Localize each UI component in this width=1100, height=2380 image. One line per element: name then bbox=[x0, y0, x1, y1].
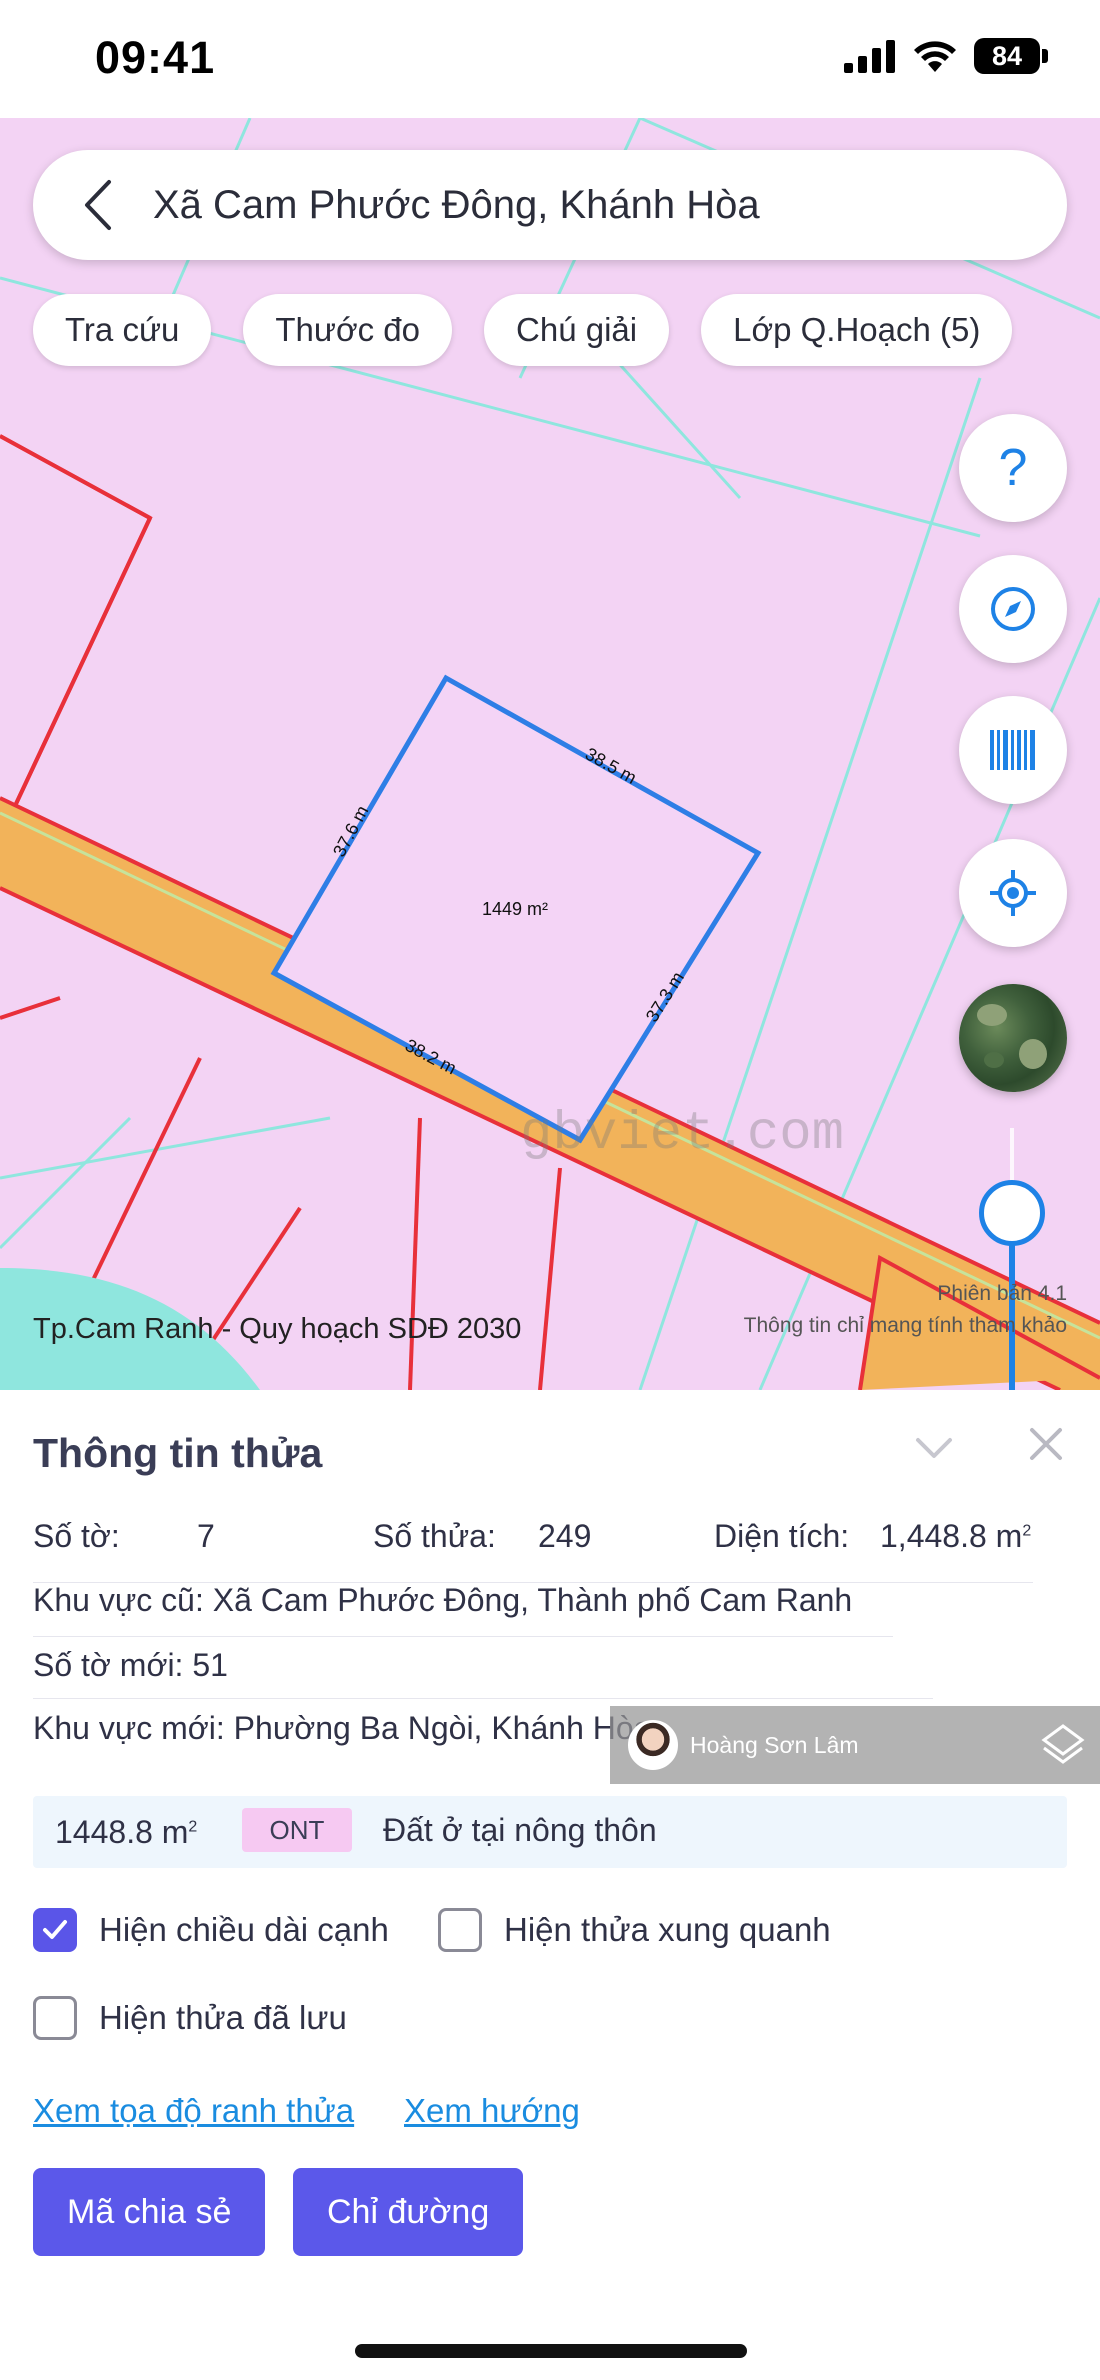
barcode-icon bbox=[990, 730, 1035, 770]
collapse-chevron-icon[interactable] bbox=[912, 1426, 956, 1470]
back-arrow-icon[interactable] bbox=[73, 175, 123, 235]
checkbox-checked[interactable] bbox=[33, 1908, 77, 1952]
chip-ruler[interactable]: Thước đo bbox=[243, 294, 453, 366]
map-watermark: gbviet.com bbox=[520, 1104, 844, 1165]
locate-me-button[interactable] bbox=[959, 839, 1067, 947]
close-icon[interactable] bbox=[1024, 1422, 1068, 1466]
sheet-title: Thông tin thửa bbox=[33, 1430, 323, 1476]
checkbox-show-edges-label: Hiện chiều dài cạnh bbox=[99, 1911, 389, 1948]
parcel-area-label: 1449 m² bbox=[482, 899, 548, 919]
uploader-badge: Hoàng Sơn Lâm bbox=[610, 1706, 1100, 1784]
divider bbox=[33, 1636, 893, 1637]
share-code-button[interactable]: Mã chia sẻ bbox=[33, 2168, 266, 2256]
home-indicator bbox=[355, 2344, 747, 2358]
land-area-value: 1448.8 m2 bbox=[55, 1814, 198, 1850]
barcode-button[interactable] bbox=[959, 696, 1067, 804]
view-direction-link[interactable]: Xem hướng bbox=[404, 2092, 580, 2130]
directions-button[interactable]: Chỉ đường bbox=[293, 2168, 524, 2256]
view-boundary-coords-link[interactable]: Xem tọa độ ranh thửa bbox=[33, 2092, 354, 2130]
wifi-icon bbox=[914, 41, 956, 72]
disclaimer-label: Thông tin chỉ mang tính tham khảo bbox=[743, 1314, 1067, 1337]
uploader-name: Hoàng Sơn Lâm bbox=[690, 1731, 859, 1758]
parcel-number-label: Số thửa: bbox=[373, 1518, 496, 1554]
search-bar[interactable]: Xã Cam Phước Đông, Khánh Hòa bbox=[33, 150, 1067, 260]
chip-planning-layers[interactable]: Lớp Q.Hoạch (5) bbox=[701, 294, 1013, 366]
checkbox-show-saved-label: Hiện thửa đã lưu bbox=[99, 1999, 347, 2036]
land-use-bar: 1448.8 m2 ONT Đất ở tại nông thôn bbox=[33, 1796, 1067, 1868]
checkbox-show-saved[interactable]: Hiện thửa đã lưu bbox=[33, 1996, 347, 2040]
checkbox-unchecked[interactable] bbox=[33, 1996, 77, 2040]
map-caption: Tp.Cam Ranh - Quy hoạch SDĐ 2030 bbox=[33, 1313, 522, 1345]
status-icons: 84 bbox=[844, 38, 1048, 74]
checkmark-icon bbox=[43, 1920, 67, 1939]
crosshair-icon bbox=[990, 870, 1036, 916]
opacity-slider-thumb[interactable] bbox=[979, 1180, 1045, 1246]
help-button[interactable]: ? bbox=[959, 414, 1067, 522]
area-label: Diện tích: bbox=[714, 1518, 850, 1554]
new-sheet-row: Số tờ mới: 51 bbox=[33, 1647, 228, 1683]
search-location-text[interactable]: Xã Cam Phước Đông, Khánh Hòa bbox=[153, 183, 760, 228]
parcel-info-sheet: Thông tin thửa Số tờ: 7 Số thửa: 249 Diệ… bbox=[0, 1390, 1100, 2380]
map-view[interactable]: 38.5 m 37.6 m 37.3 m 38.2 m 1449 m² gbvi… bbox=[0, 118, 1100, 1390]
compass-icon bbox=[991, 587, 1035, 631]
land-type-label: Đất ở tại nông thôn bbox=[383, 1812, 657, 1848]
area-value: 1,448.8 m2 bbox=[880, 1518, 1032, 1554]
sheet-number-label: Số tờ: bbox=[33, 1518, 120, 1554]
compass-button[interactable] bbox=[959, 555, 1067, 663]
version-label: Phiên bản 4.1 bbox=[937, 1282, 1067, 1305]
status-bar: 09:41 84 bbox=[0, 0, 1100, 118]
avatar bbox=[628, 1720, 678, 1770]
filter-chips: Tra cứu Thước đo Chú giải Lớp Q.Hoạch (5… bbox=[33, 294, 1013, 366]
checkbox-show-neighbors-label: Hiện thửa xung quanh bbox=[504, 1911, 831, 1948]
layers-icon bbox=[1041, 1724, 1085, 1764]
land-code-badge: ONT bbox=[242, 1808, 352, 1852]
chip-lookup[interactable]: Tra cứu bbox=[33, 294, 212, 366]
battery-level: 84 bbox=[974, 38, 1040, 74]
chip-legend[interactable]: Chú giải bbox=[484, 294, 670, 366]
parcel-number-value: 249 bbox=[538, 1518, 592, 1554]
satellite-layer-toggle[interactable] bbox=[959, 984, 1067, 1092]
signal-icon bbox=[844, 40, 895, 73]
status-time: 09:41 bbox=[95, 32, 216, 83]
sheet-number-value: 7 bbox=[197, 1518, 215, 1554]
version-info: Phiên bản 4.1 Thông tin chỉ mang tính th… bbox=[744, 1278, 1067, 1342]
new-area-row: Khu vực mới: Phường Ba Ngòi, Khánh Hòa bbox=[33, 1710, 652, 1746]
battery-icon: 84 bbox=[974, 38, 1048, 74]
checkbox-unchecked[interactable] bbox=[438, 1908, 482, 1952]
checkbox-show-neighbors[interactable]: Hiện thửa xung quanh bbox=[438, 1908, 831, 1952]
question-icon: ? bbox=[998, 439, 1028, 497]
old-area-row: Khu vực cũ: Xã Cam Phước Đông, Thành phố… bbox=[33, 1582, 853, 1618]
checkbox-show-edges[interactable]: Hiện chiều dài cạnh bbox=[33, 1908, 389, 1952]
divider bbox=[33, 1698, 933, 1699]
